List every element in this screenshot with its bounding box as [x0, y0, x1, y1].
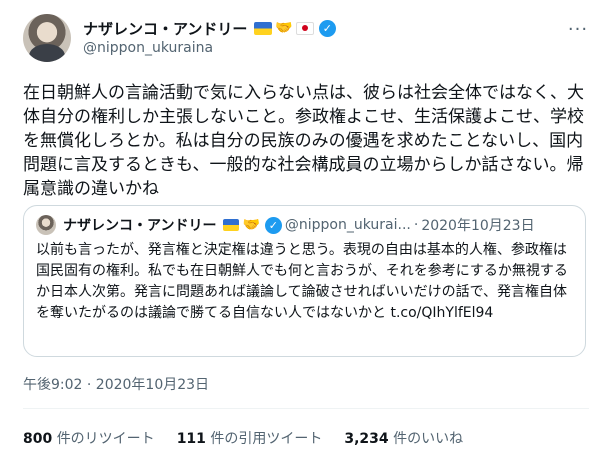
handshake-icon: 🤝: [275, 20, 293, 36]
quoted-author-avatar: [36, 215, 56, 235]
author-name[interactable]: ナザレンコ・アンドリー: [83, 18, 247, 39]
tweet-timestamp[interactable]: 午後9:02 · 2020年10月23日: [23, 374, 209, 394]
handshake-icon: 🤝: [242, 217, 260, 233]
quoted-author-handle: @nippon_ukurai...: [284, 217, 411, 233]
likes-stat[interactable]: 3,234 件のいいね: [344, 428, 463, 448]
likes-count: 3,234: [344, 431, 389, 447]
divider: [23, 408, 589, 409]
verified-badge-icon: ✓: [318, 19, 336, 37]
author-handle[interactable]: @nippon_ukuraina: [83, 40, 213, 56]
engagement-stats: 800 件のリツイート 111 件の引用ツイート 3,234 件のいいね: [23, 428, 463, 448]
author-avatar[interactable]: [23, 14, 71, 62]
separator-dot: ·: [413, 217, 419, 233]
more-options-icon[interactable]: ···: [566, 21, 590, 42]
quotes-label: 件の引用ツイート: [210, 431, 323, 447]
retweets-label: 件のリツイート: [56, 431, 155, 447]
japan-flag-icon: [295, 21, 314, 35]
quoted-tweet-header: ナザレンコ・アンドリー 🤝 ✓ @nippon_ukurai... · 2020…: [36, 215, 535, 235]
likes-label: 件のいいね: [393, 431, 464, 447]
retweets-count: 800: [23, 431, 53, 447]
quoted-tweet-date: 2020年10月23日: [421, 218, 535, 234]
quoted-author-name: ナザレンコ・アンドリー: [63, 218, 217, 234]
quotes-stat[interactable]: 111 件の引用ツイート: [177, 428, 323, 448]
tweet-text: 在日朝鮮人の言論活動で気に入らない点は、彼らは社会全体ではなく、大体自分の権利し…: [23, 83, 584, 199]
retweets-stat[interactable]: 800 件のリツイート: [23, 428, 155, 448]
verified-badge-icon: ✓: [264, 216, 282, 234]
author-line: ナザレンコ・アンドリー 🤝 ✓: [83, 17, 336, 39]
quotes-count: 111: [176, 431, 206, 447]
quoted-tweet-text: 以前も言ったが、発言権と決定権は違うと思う。表現の自由は基本的人権、参政権は国民…: [36, 242, 568, 321]
ukraine-flag-icon: [254, 21, 273, 35]
ukraine-flag-icon: [223, 219, 240, 231]
quoted-tweet[interactable]: ナザレンコ・アンドリー 🤝 ✓ @nippon_ukurai... · 2020…: [23, 205, 586, 357]
